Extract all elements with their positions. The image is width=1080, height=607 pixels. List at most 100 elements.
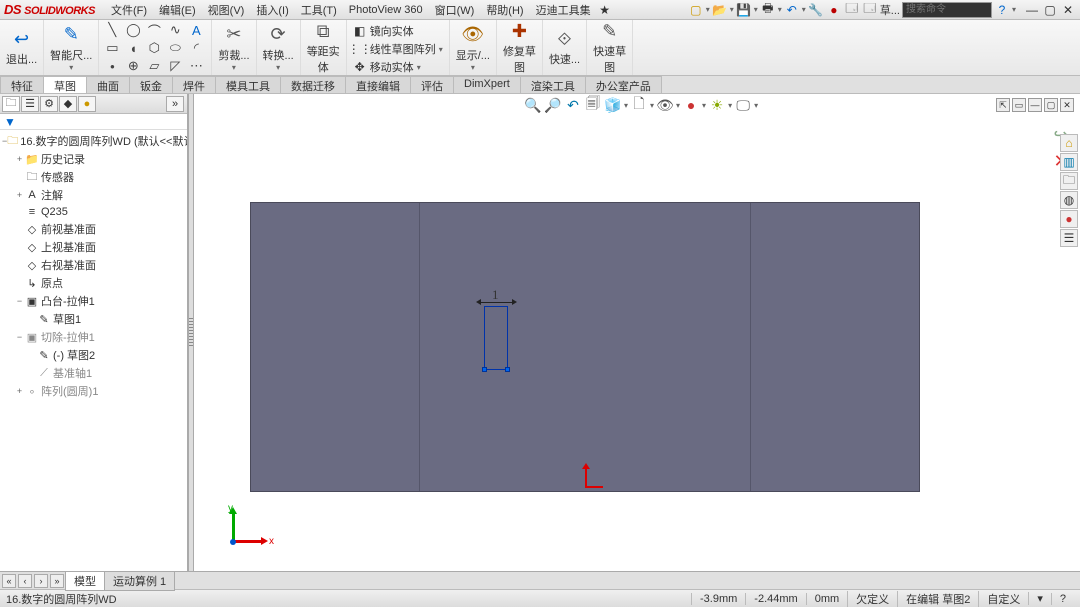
- scene-icon[interactable]: ☀: [708, 96, 726, 114]
- tab-feature[interactable]: 特征: [0, 76, 44, 93]
- menu-insert[interactable]: 插入(I): [250, 2, 294, 18]
- maximize-icon[interactable]: ▢: [1042, 2, 1058, 18]
- view-orient-icon[interactable]: 🧊: [604, 96, 622, 114]
- tab-office[interactable]: 办公室产品: [585, 76, 662, 93]
- convert-button[interactable]: ⟳ 转换... ▾: [257, 20, 301, 75]
- close-icon[interactable]: ✕: [1060, 2, 1076, 18]
- exit-sketch-button[interactable]: ↩ 退出...: [0, 20, 44, 75]
- tree-tab-display[interactable]: ●: [78, 96, 96, 112]
- menu-window[interactable]: 窗口(W): [429, 2, 481, 18]
- chamfer-icon[interactable]: ◸: [166, 58, 184, 74]
- taskpane-lib-icon[interactable]: ▥: [1060, 153, 1078, 171]
- tab-weldment[interactable]: 焊件: [172, 76, 216, 93]
- menu-edit[interactable]: 编辑(E): [153, 2, 202, 18]
- line-icon[interactable]: ╲: [103, 22, 121, 38]
- model-face[interactable]: [250, 202, 920, 492]
- vp-max-icon[interactable]: ▢: [1044, 98, 1058, 112]
- tab-surface[interactable]: 曲面: [86, 76, 130, 93]
- prev-view-icon[interactable]: ↶: [564, 96, 582, 114]
- tree-node[interactable]: ↳原点: [2, 274, 185, 292]
- taskpane-file-icon[interactable]: 🗀: [1060, 172, 1078, 190]
- vp-link-icon[interactable]: ⇱: [996, 98, 1010, 112]
- taskpane-appear-icon[interactable]: ●: [1060, 210, 1078, 228]
- tree-node[interactable]: −▣切除-拉伸1: [2, 328, 185, 346]
- tree-node[interactable]: +A注解: [2, 186, 185, 204]
- rect-icon[interactable]: ▭: [103, 40, 121, 56]
- tree-node[interactable]: ◇右视基准面: [2, 256, 185, 274]
- tree-node[interactable]: ⟋基准轴1: [2, 364, 185, 382]
- point-icon[interactable]: •: [103, 58, 121, 74]
- tree-node[interactable]: +∘阵列(圆周)1: [2, 382, 185, 400]
- scroll-next-icon[interactable]: ›: [34, 574, 48, 588]
- vp-restore-icon[interactable]: ▭: [1012, 98, 1026, 112]
- screen2-icon[interactable]: 🗔: [862, 2, 878, 18]
- status-unit-icon[interactable]: ?: [1051, 593, 1074, 605]
- display-button[interactable]: 👁 显示/... ▾: [450, 20, 497, 75]
- screen-icon[interactable]: 🗔: [844, 2, 860, 18]
- new-icon[interactable]: ▢: [688, 2, 704, 18]
- tree-node[interactable]: −▣凸台-拉伸1: [2, 292, 185, 310]
- search-input[interactable]: [902, 2, 992, 18]
- status-flag-icon[interactable]: ▾: [1028, 592, 1051, 605]
- tab-data[interactable]: 数据迁移: [280, 76, 346, 93]
- plane-icon[interactable]: ▱: [145, 58, 163, 74]
- quick-button[interactable]: ⟐ 快速...: [543, 20, 587, 75]
- tree-collapse-icon[interactable]: »: [166, 96, 184, 112]
- tab-mold[interactable]: 模具工具: [215, 76, 281, 93]
- bottom-tab-model[interactable]: 模型: [65, 571, 105, 591]
- tab-sheetmetal[interactable]: 钣金: [129, 76, 173, 93]
- sketch-rectangle[interactable]: [484, 306, 508, 370]
- tree-node[interactable]: +📁历史记录: [2, 150, 185, 168]
- vp-min-icon[interactable]: —: [1028, 98, 1042, 112]
- tree-node[interactable]: 🗀传感器: [2, 168, 185, 186]
- tree-node[interactable]: ✎(-) 草图2: [2, 346, 185, 364]
- polygon-icon[interactable]: ⬡: [145, 40, 163, 56]
- repair-button[interactable]: ✚ 修复草 图: [497, 20, 543, 75]
- zoom-fit-icon[interactable]: 🔍: [524, 96, 542, 114]
- tab-render[interactable]: 渲染工具: [520, 76, 586, 93]
- smart-dimension-button[interactable]: ✎ 智能尺... ▾: [44, 20, 99, 75]
- tree-filter[interactable]: ▼: [0, 114, 187, 130]
- tab-sketch[interactable]: 草图: [43, 76, 87, 93]
- minimize-icon[interactable]: —: [1024, 2, 1040, 18]
- scroll-prev-icon[interactable]: ‹: [18, 574, 32, 588]
- tree-tab-dim[interactable]: ◆: [59, 96, 77, 112]
- rebuild-icon[interactable]: 🔧: [808, 2, 824, 18]
- scroll-last-icon[interactable]: »: [50, 574, 64, 588]
- menu-help[interactable]: 帮助(H): [480, 2, 529, 18]
- tree-node[interactable]: ≡Q235: [2, 204, 185, 220]
- section-icon[interactable]: 🗐: [584, 96, 602, 114]
- rapid-sketch-button[interactable]: ✎ 快速草 图: [587, 20, 633, 75]
- tree-root[interactable]: −🗀16.数字的圆周阵列WD (默认<<默认>: [2, 132, 185, 150]
- view-settings-icon[interactable]: 🖵: [734, 96, 752, 114]
- tree-tab-feature[interactable]: 🗀: [2, 96, 20, 112]
- vp-close-icon[interactable]: ✕: [1060, 98, 1074, 112]
- menu-file[interactable]: 文件(F): [105, 2, 153, 18]
- linear-pattern-button[interactable]: ⋮⋮线性草图阵列▾: [351, 40, 445, 58]
- menu-photoview[interactable]: PhotoView 360: [343, 4, 429, 16]
- tree-node[interactable]: ◇上视基准面: [2, 238, 185, 256]
- save-icon[interactable]: 💾: [736, 2, 752, 18]
- tab-dimxpert[interactable]: DimXpert: [453, 76, 521, 93]
- taskpane-prop-icon[interactable]: ☰: [1060, 229, 1078, 247]
- hide-show-icon[interactable]: 👁: [656, 96, 674, 114]
- status-custom[interactable]: 自定义: [978, 591, 1028, 607]
- viewport[interactable]: 🔍 🔎 ↶ 🗐 🧊▾ 🗋▾ 👁▾ ●▾ ☀▾ 🖵▾ ⇱ ▭ — ▢ ✕ ↪ ✕ …: [194, 94, 1080, 571]
- view-triad[interactable]: yx: [222, 507, 268, 553]
- bottom-tab-motion[interactable]: 运动算例 1: [104, 571, 175, 591]
- fillet-icon[interactable]: ◜: [187, 40, 205, 56]
- menu-star-icon[interactable]: ★: [597, 2, 613, 18]
- spline-icon[interactable]: ∿: [166, 22, 184, 38]
- help-icon[interactable]: ?: [994, 2, 1010, 18]
- tree-tab-property[interactable]: ☰: [21, 96, 39, 112]
- menu-maidi[interactable]: 迈迪工具集: [530, 2, 597, 18]
- appearance-icon[interactable]: ●: [682, 96, 700, 114]
- scroll-first-icon[interactable]: «: [2, 574, 16, 588]
- arc-icon[interactable]: ⌒: [145, 22, 163, 38]
- slot-icon[interactable]: ◖: [124, 40, 142, 56]
- offset-button[interactable]: ⧉ 等距实 体: [301, 20, 347, 75]
- menu-tools[interactable]: 工具(T): [295, 2, 343, 18]
- tree-tab-config[interactable]: ⚙: [40, 96, 58, 112]
- tree-node[interactable]: ✎草图1: [2, 310, 185, 328]
- tree-node[interactable]: ◇前视基准面: [2, 220, 185, 238]
